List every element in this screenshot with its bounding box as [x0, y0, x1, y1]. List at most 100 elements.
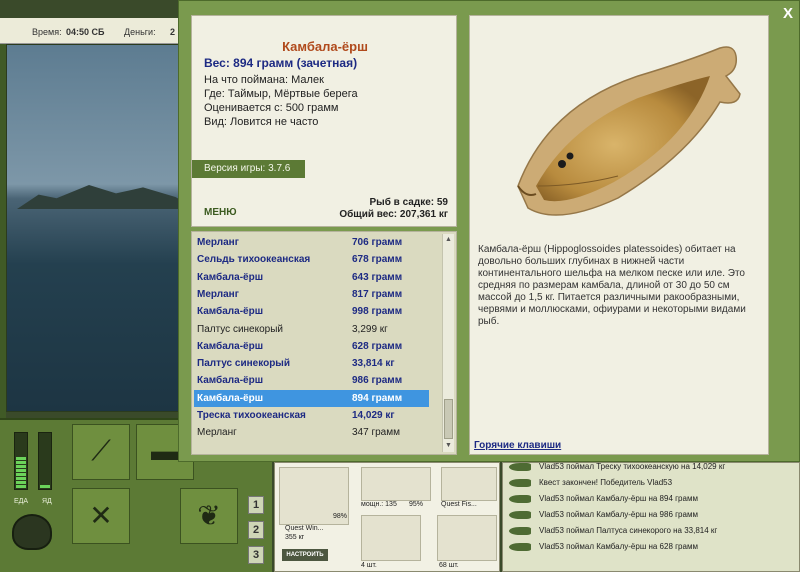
- catch-row[interactable]: Камбала-ёрш 643 грамм: [194, 269, 429, 286]
- fishing-rod-icon: ⟋: [91, 435, 111, 466]
- catch-fish-name: Мерланг: [197, 427, 237, 439]
- cauldron-icon[interactable]: [12, 514, 52, 550]
- fish-tile[interactable]: ❦: [180, 488, 238, 544]
- location: Где: Таймыр, Мёртвые берега: [204, 88, 358, 100]
- money-value: 2: [170, 27, 176, 37]
- catch-fish-weight: 678 грамм: [352, 254, 403, 266]
- quickslot-3[interactable]: 3: [248, 546, 264, 564]
- knife-tile[interactable]: ✕: [72, 488, 130, 544]
- catch-info-dialog: X Камбала-ёрш Вес: 894 грамм (зачетная) …: [178, 0, 800, 462]
- quickslot-1[interactable]: 1: [248, 496, 264, 514]
- money-label: Деньги:: [124, 27, 156, 37]
- catch-fish-name: Палтус синекорый: [197, 323, 283, 335]
- catch-fish-name: Мерланг: [197, 237, 239, 248]
- close-button[interactable]: X: [779, 5, 797, 23]
- fish-description-panel: Камбала-ёрш (Hippoglossoides platessoide…: [469, 15, 769, 455]
- catch-row[interactable]: Мерланг 347 грамм: [194, 424, 429, 441]
- valued-from: Оценивается с: 500 грамм: [204, 102, 339, 114]
- bait-count: 68 шт.: [439, 562, 459, 569]
- catch-row[interactable]: Треска тихоокеанская 14,029 кг: [194, 407, 429, 424]
- line-name: Quest Fis...: [441, 501, 477, 508]
- catch-row[interactable]: Сельдь тихоокеанская 678 грамм: [194, 251, 429, 268]
- reel-condition: 95%: [409, 501, 424, 508]
- poison-fill: [40, 485, 50, 488]
- catch-row[interactable]: Камбала-ёрш 998 грамм: [194, 303, 429, 320]
- poison-label: ЯД: [42, 498, 52, 505]
- fish-icon: [509, 494, 531, 503]
- status-bar: Время: 04:50 СБ Деньги: 2: [0, 18, 190, 44]
- fish-weight: Вес: 894 грамм (зачетная): [204, 56, 358, 70]
- bait-slot[interactable]: [437, 515, 497, 561]
- catch-fish-name: Палтус синекорый: [197, 358, 290, 370]
- fish-icon: [509, 526, 531, 535]
- catch-list-scrollbar[interactable]: ▲ ▼: [442, 234, 454, 452]
- time-value: 04:50 СБ: [66, 27, 105, 37]
- chat-log: Vlad53 поймал Треску тихоокеанскую на 14…: [502, 462, 800, 572]
- game-version: Версия игры: 3.7.6: [192, 160, 305, 178]
- setup-button[interactable]: НАСТРОИТЬ: [282, 549, 328, 561]
- knife-fork-icon: ✕: [89, 500, 113, 531]
- catch-row[interactable]: Палтус синекорый 33,814 кг: [194, 355, 429, 372]
- scroll-thumb[interactable]: [444, 399, 453, 439]
- catch-row[interactable]: Мерланг 817 грамм: [194, 286, 429, 303]
- fishing-view[interactable]: [6, 44, 197, 412]
- caught-on: На что поймана: Малек: [204, 74, 324, 86]
- catch-fish-weight: 347 грамм: [352, 427, 400, 439]
- chat-line: Vlad53 поймал Камбалу-ёрш на 894 грамм: [509, 494, 698, 510]
- total-weight: Общий вес: 207,361 кг: [339, 209, 448, 220]
- catch-fish-name: Камбала-ёрш: [197, 375, 264, 387]
- rod-weight: 355 кг: [285, 534, 305, 541]
- catch-fish-name: Камбала-ёрш: [197, 271, 264, 283]
- catch-row[interactable]: Палтус синекорый 3,299 кг: [194, 321, 429, 338]
- hook-slot[interactable]: [361, 515, 421, 561]
- fish-icon: [509, 510, 531, 519]
- version-label: Версия игры:: [204, 163, 266, 174]
- catch-fish-name: Мерланг: [197, 288, 239, 300]
- catch-row[interactable]: Мерланг 706 грамм: [194, 234, 429, 251]
- fish-icon: [509, 542, 531, 551]
- fish-name: Камбала-ёрш: [282, 39, 368, 54]
- fish-icon: [509, 478, 531, 487]
- fish-icon: ❦: [197, 500, 221, 531]
- catch-row[interactable]: Камбала-ёрш 628 грамм: [194, 338, 429, 355]
- hotkeys-link[interactable]: Горячие клавиши: [474, 440, 561, 451]
- line-slot[interactable]: [441, 467, 497, 501]
- catch-fish-name: Треска тихоокеанская: [197, 410, 306, 421]
- chat-line: Vlad53 поймал Треску тихоокеанскую на 14…: [509, 463, 725, 478]
- energy-fill: [16, 457, 26, 488]
- catch-fish-weight: 894 грамм: [352, 392, 403, 404]
- catch-details-panel: Камбала-ёрш Вес: 894 грамм (зачетная) На…: [191, 15, 457, 227]
- quickslot-2[interactable]: 2: [248, 521, 264, 539]
- catch-fish-weight: 998 грамм: [352, 306, 403, 318]
- catch-row[interactable]: Камбала-ёрш 986 грамм: [194, 372, 429, 389]
- catch-fish-weight: 817 грамм: [352, 288, 403, 300]
- fish-description: Камбала-ёрш (Hippoglossoides platessoide…: [478, 244, 746, 327]
- fish-icon: [509, 463, 531, 471]
- version-value: 3.7.6: [268, 163, 291, 174]
- catch-fish-weight: 986 грамм: [352, 375, 403, 387]
- rod-tile[interactable]: ⟋: [72, 424, 130, 480]
- keepnet-summary: Рыб в садке: 59 Общий вес: 207,361 кг: [339, 197, 448, 221]
- fish-in-net: Рыб в садке: 59: [369, 197, 448, 208]
- time-label: Время:: [32, 27, 62, 37]
- catch-fish-name: Камбала-ёрш: [197, 306, 264, 318]
- poison-gauge: [38, 432, 52, 490]
- energy-gauge: [14, 432, 28, 490]
- catch-fish-weight: 3,299 кг: [352, 323, 388, 335]
- catch-fish-name: Камбала-ёрш: [197, 340, 264, 352]
- catch-fish-name: Камбала-ёрш: [197, 392, 264, 404]
- chat-line: Квест закончен! Победитель Vlad53: [509, 478, 672, 494]
- catch-row[interactable]: Камбала-ёрш 894 грамм: [194, 389, 429, 407]
- chat-line: Vlad53 поймал Камбалу-ёрш на 628 грамм: [509, 542, 698, 558]
- rod-condition: 98%: [333, 513, 348, 520]
- menu-button[interactable]: МЕНЮ: [204, 207, 237, 218]
- reel-name: мощн.: 135: [361, 501, 397, 508]
- catch-list: Мерланг 706 грамм Сельдь тихоокеанская 678 …: [191, 231, 457, 455]
- hook-count: 4 шт.: [361, 562, 377, 569]
- catch-fish-weight: 14,029 кг: [352, 410, 395, 421]
- tackle-panel: Quest Win... 355 кг 98% мощн.: 135 95% Q…: [274, 462, 500, 572]
- catch-fish-weight: 706 грамм: [352, 237, 403, 248]
- reel-slot[interactable]: [361, 467, 431, 501]
- scroll-down-icon[interactable]: ▼: [443, 440, 454, 452]
- scroll-up-icon[interactable]: ▲: [443, 234, 454, 246]
